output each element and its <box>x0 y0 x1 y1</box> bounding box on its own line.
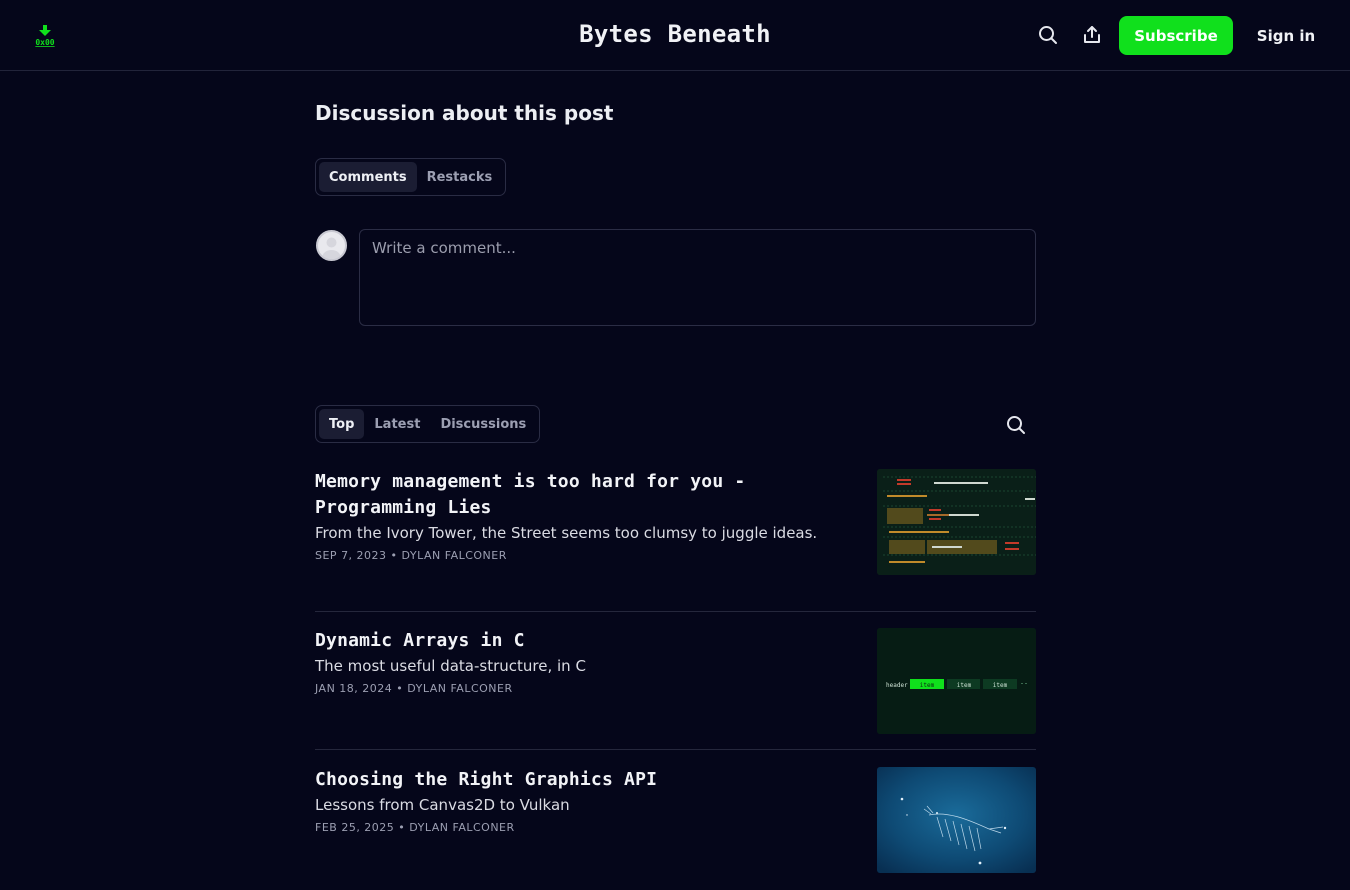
tab-restacks[interactable]: Restacks <box>417 162 503 192</box>
post-title[interactable]: Memory management is too hard for you - … <box>315 469 835 521</box>
tab-comments[interactable]: Comments <box>319 162 417 192</box>
discussion-tabs: Comments Restacks <box>315 158 507 196</box>
post-thumbnail-arrays[interactable]: header item item item <box>877 628 1036 734</box>
post-divider <box>315 749 1036 750</box>
thumb-label-header: header <box>886 682 908 689</box>
post-thumbnail-memory[interactable] <box>877 469 1036 575</box>
comment-input[interactable] <box>359 229 1036 326</box>
site-header: 0x00 Bytes Beneath Subscribe Sign in <box>0 0 1350 71</box>
subscribe-button[interactable]: Subscribe <box>1119 16 1233 55</box>
post-title[interactable]: Choosing the Right Graphics API <box>315 767 835 793</box>
share-icon[interactable] <box>1081 24 1103 46</box>
post-thumbnail-graphics[interactable] <box>877 767 1036 873</box>
post-divider <box>315 611 1036 612</box>
thumb-label-item: item <box>957 682 972 689</box>
discussion-heading: Discussion about this post <box>315 101 614 125</box>
user-placeholder-icon <box>322 237 341 259</box>
post-search-icon[interactable] <box>1005 414 1027 436</box>
thumb-label-item: item <box>920 682 935 689</box>
tab-discussions[interactable]: Discussions <box>430 409 536 439</box>
tab-top[interactable]: Top <box>319 409 365 439</box>
thumb-label-item: item <box>993 682 1008 689</box>
post-sort-tabs: Top Latest Discussions <box>315 405 541 443</box>
sign-in-button[interactable]: Sign in <box>1246 16 1326 55</box>
post-title[interactable]: Dynamic Arrays in C <box>315 628 835 654</box>
search-icon[interactable] <box>1037 24 1059 46</box>
tab-latest[interactable]: Latest <box>364 409 430 439</box>
avatar <box>316 230 347 261</box>
